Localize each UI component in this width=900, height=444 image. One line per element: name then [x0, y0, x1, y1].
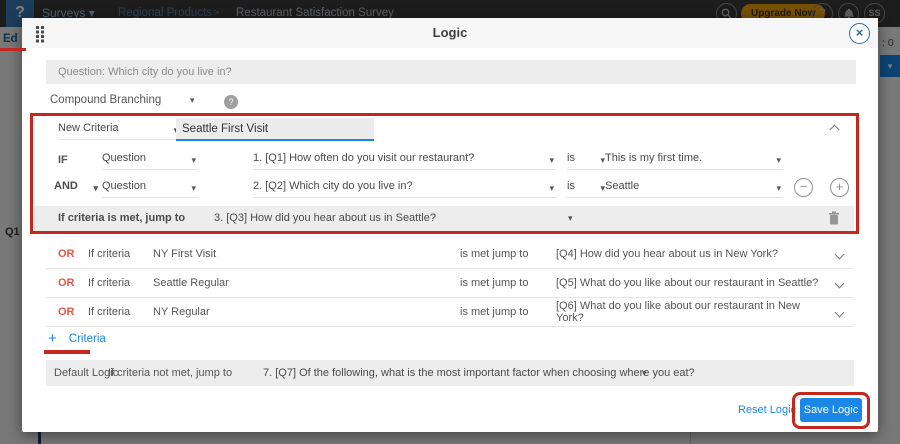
chevron-down-icon: ▾	[190, 95, 195, 106]
criteria-target: [Q4] How did you hear about us in New Yo…	[556, 248, 824, 260]
criteria-editor: New Criteria▾ IF Question▾ 1. [Q1] How o…	[34, 116, 854, 231]
expand-criteria-icon[interactable]	[834, 278, 844, 288]
screen: ? Surveys ▾ Regional Products > Restaura…	[0, 0, 900, 444]
close-button[interactable]: ×	[849, 23, 870, 44]
add-condition-button[interactable]: +	[830, 178, 849, 197]
condition-question-select[interactable]: 1. [Q1] How often do you visit our resta…	[253, 152, 556, 170]
criteria-prefix: If criteria	[88, 277, 153, 289]
chevron-down-icon: ▾	[549, 155, 554, 166]
chevron-down-icon: ▾	[191, 155, 196, 166]
criteria-prefix: If criteria	[88, 248, 153, 260]
criteria-selector[interactable]: New Criteria▾	[58, 122, 180, 140]
remove-condition-button[interactable]: −	[794, 178, 813, 197]
default-logic-condition-label: If criteria not met, jump to	[108, 367, 232, 379]
trash-icon	[828, 211, 840, 225]
or-label: OR	[58, 306, 88, 318]
question-context-bar: Question: Which city do you live in?	[46, 60, 856, 84]
condition-operator-select[interactable]: is▾	[567, 180, 607, 198]
annotation-underline-add-criteria	[44, 350, 90, 354]
expand-criteria-icon[interactable]	[834, 307, 844, 317]
default-logic-bar: Default Logic If criteria not met, jump …	[46, 360, 854, 386]
saved-criteria-row[interactable]: OR If criteria NY First Visit is met jum…	[46, 240, 854, 269]
save-logic-button[interactable]: Save Logic	[800, 398, 862, 422]
branching-type-select[interactable]: Compound Branching	[50, 94, 161, 112]
condition-type-select[interactable]: Question▾	[102, 152, 198, 170]
criteria-name-input[interactable]	[176, 118, 374, 141]
default-logic-target-select[interactable]: 7. [Q7] Of the following, what is the mo…	[263, 367, 695, 379]
condition-value-select[interactable]: This is my first time.▾	[605, 152, 783, 170]
modal-header: Logic ×	[22, 18, 878, 48]
condition-value-select[interactable]: Seattle▾	[605, 180, 783, 198]
saved-criteria-list: OR If criteria NY First Visit is met jum…	[46, 240, 854, 327]
criteria-target: [Q6] What do you like about our restaura…	[556, 300, 824, 324]
jump-row: If criteria is met, jump to 3. [Q3] How …	[34, 206, 854, 231]
criteria-prefix: If criteria	[88, 306, 153, 318]
condition-question-select[interactable]: 2. [Q2] Which city do you live in?▾	[253, 180, 556, 198]
criteria-middle: is met jump to	[460, 277, 556, 289]
criteria-target: [Q5] What do you like about our restaura…	[556, 277, 824, 289]
condition-type-select[interactable]: Question▾	[102, 180, 198, 198]
criteria-name: NY First Visit	[153, 248, 460, 260]
chevron-down-icon: ▾	[93, 183, 98, 194]
logic-modal: Logic × Question: Which city do you live…	[22, 18, 878, 432]
criteria-middle: is met jump to	[460, 248, 556, 260]
condition-connector-select[interactable]: AND▾	[54, 180, 100, 198]
or-label: OR	[58, 277, 88, 289]
add-criteria-link[interactable]: +Criteria	[48, 330, 106, 347]
jump-label: If criteria is met, jump to	[58, 212, 185, 224]
condition-connector-label: IF	[58, 154, 68, 166]
criteria-middle: is met jump to	[460, 306, 556, 318]
chevron-down-icon: ▾	[549, 183, 554, 194]
criteria-name: NY Regular	[153, 306, 460, 318]
chevron-down-icon: ▾	[776, 155, 781, 166]
chevron-down-icon: ▾	[642, 368, 647, 379]
chevron-down-icon: ▾	[568, 213, 573, 224]
delete-criteria-button[interactable]	[828, 211, 840, 230]
chevron-down-icon: ▾	[776, 183, 781, 194]
collapse-criteria-icon[interactable]	[830, 125, 840, 135]
expand-criteria-icon[interactable]	[834, 249, 844, 259]
or-label: OR	[58, 248, 88, 260]
modal-title: Logic	[22, 25, 878, 40]
help-icon[interactable]: ?	[224, 95, 238, 109]
jump-target-select[interactable]: 3. [Q3] How did you hear about us in Sea…	[214, 212, 436, 224]
plus-icon: +	[48, 330, 57, 347]
condition-operator-select[interactable]: is▾	[567, 152, 607, 170]
saved-criteria-row[interactable]: OR If criteria Seattle Regular is met ju…	[46, 269, 854, 298]
chevron-down-icon: ▾	[191, 183, 196, 194]
criteria-name: Seattle Regular	[153, 277, 460, 289]
reset-logic-link[interactable]: Reset Logic	[738, 404, 796, 416]
saved-criteria-row[interactable]: OR If criteria NY Regular is met jump to…	[46, 298, 854, 327]
